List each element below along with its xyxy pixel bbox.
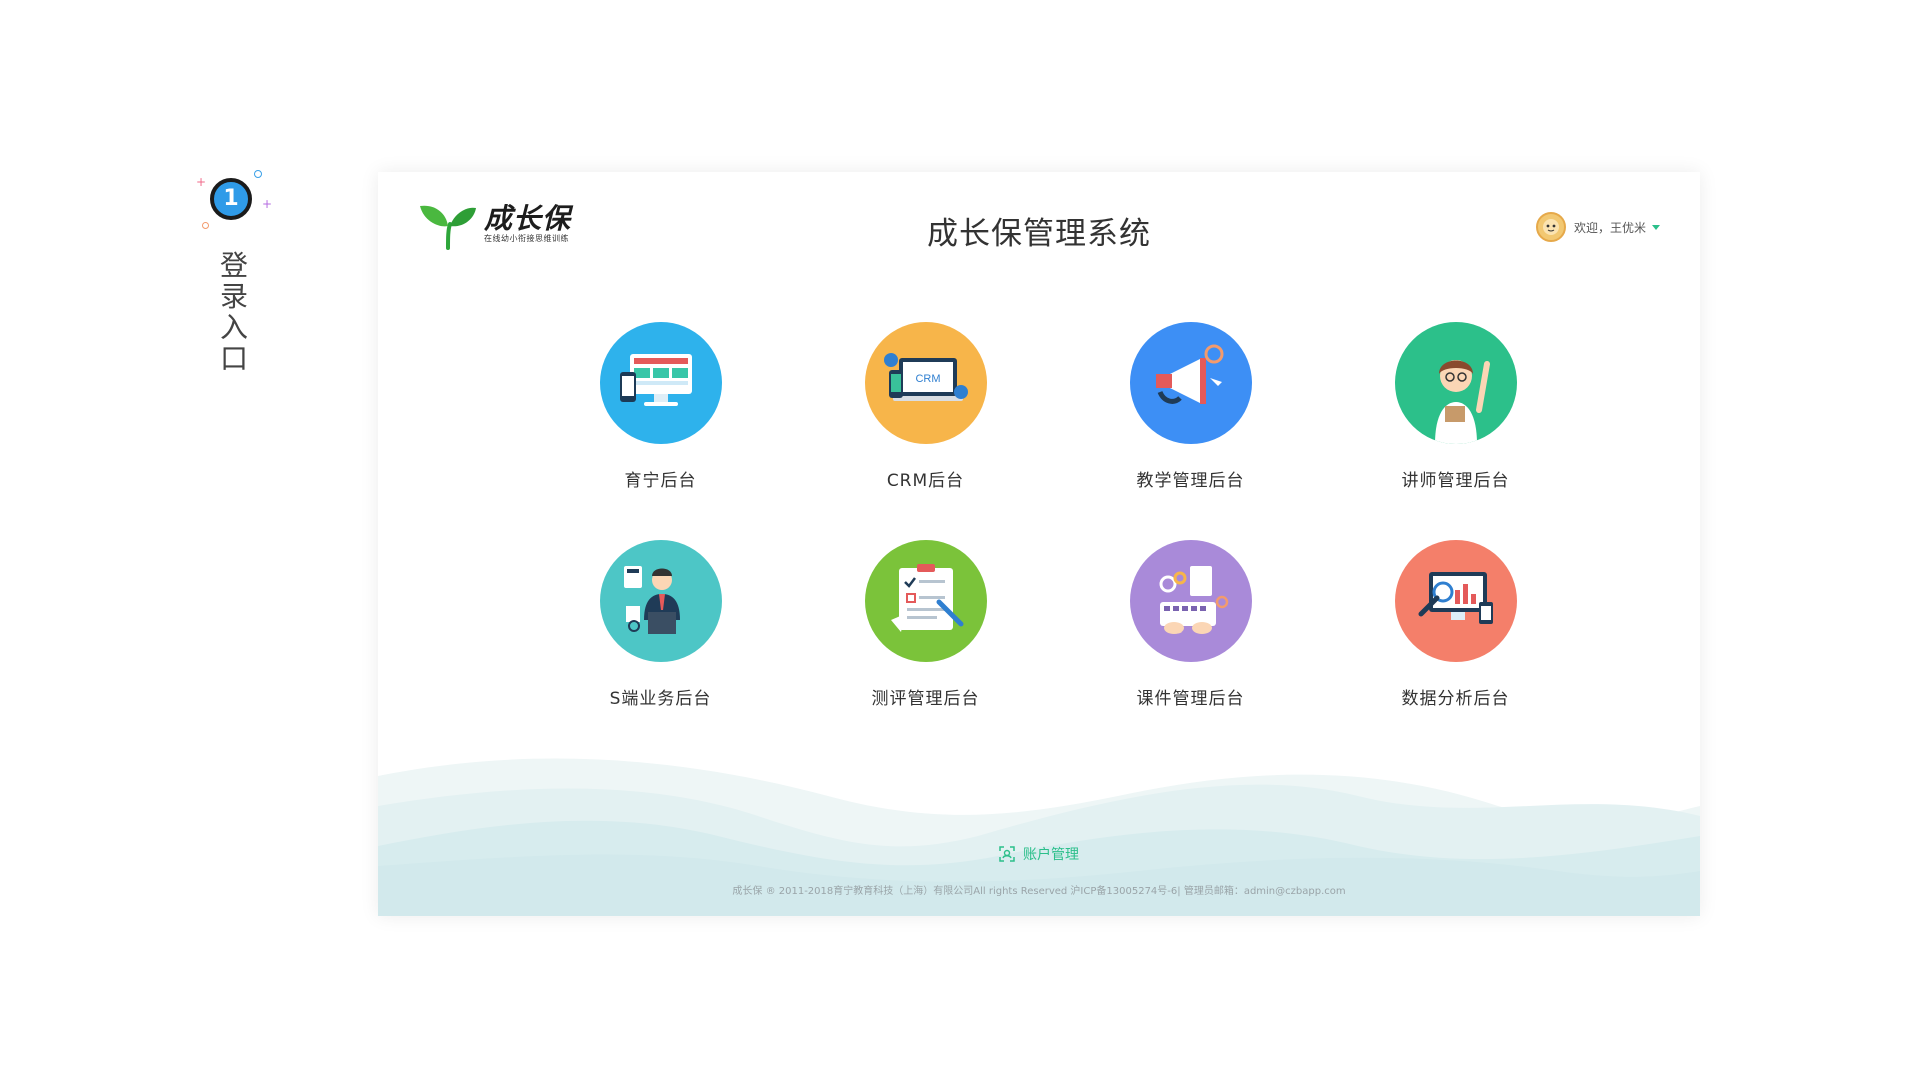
module-label: 讲师管理后台 bbox=[1401, 471, 1510, 491]
module-evaluation[interactable]: 测评管理后台 bbox=[793, 540, 1058, 740]
teacher-icon bbox=[1394, 322, 1517, 444]
megaphone-icon bbox=[1129, 322, 1252, 444]
module-grid: 育宁后台 CRM CRM后台 教学管理后台 讲师管理后台 S端业务后台 测评管理… bbox=[528, 322, 1588, 740]
module-courseware[interactable]: 课件管理后台 bbox=[1058, 540, 1323, 740]
avatar bbox=[1535, 212, 1566, 242]
module-teaching[interactable]: 教学管理后台 bbox=[1058, 322, 1323, 540]
sparkle-circle-icon bbox=[254, 170, 262, 178]
module-lecturer[interactable]: 讲师管理后台 bbox=[1323, 322, 1588, 540]
module-s-business[interactable]: S端业务后台 bbox=[528, 540, 793, 740]
step-number-badge: 1 bbox=[210, 178, 252, 220]
module-data-analysis[interactable]: 数据分析后台 bbox=[1323, 540, 1588, 740]
user-menu[interactable]: 欢迎，王优米 bbox=[1535, 212, 1660, 242]
page-title: 成长保管理系统 bbox=[927, 216, 1151, 252]
account-management-link[interactable]: 账户管理 bbox=[378, 844, 1700, 864]
data-analysis-icon bbox=[1394, 540, 1517, 662]
module-label: S端业务后台 bbox=[609, 689, 712, 709]
module-label: 教学管理后台 bbox=[1136, 471, 1245, 491]
account-scan-icon bbox=[999, 846, 1015, 862]
monkey-face-icon bbox=[1542, 219, 1559, 235]
step-label: 登录入口 bbox=[219, 249, 248, 375]
evaluation-checklist-icon bbox=[864, 540, 987, 662]
sparkle-circle-icon bbox=[202, 222, 209, 229]
sparkle-plus-icon: + bbox=[262, 197, 273, 211]
sparkle-plus-icon: + bbox=[196, 175, 207, 189]
account-management-label: 账户管理 bbox=[1023, 847, 1079, 863]
svg-text:CRM: CRM bbox=[915, 373, 940, 385]
module-crm[interactable]: CRM CRM后台 bbox=[793, 322, 1058, 540]
crm-laptop-icon: CRM bbox=[864, 322, 987, 444]
management-system-card: 成长保 在线幼小衔接思维训练 成长保管理系统 欢迎，王优米 育宁后台 CRM C… bbox=[378, 172, 1700, 916]
monitor-devices-icon bbox=[599, 322, 722, 444]
module-yuning[interactable]: 育宁后台 bbox=[528, 322, 793, 540]
module-label: 课件管理后台 bbox=[1136, 689, 1245, 709]
courseware-keyboard-icon bbox=[1129, 540, 1252, 662]
user-greeting: 欢迎，王优米 bbox=[1573, 220, 1646, 235]
module-label: 数据分析后台 bbox=[1401, 689, 1510, 709]
module-label: CRM后台 bbox=[886, 471, 965, 491]
step-marker: + + 1 登录入口 bbox=[196, 170, 276, 430]
module-label: 育宁后台 bbox=[624, 471, 697, 491]
copyright-text: 成长保 ® 2011-2018育宁教育科技（上海）有限公司All rights … bbox=[732, 886, 1346, 897]
module-label: 测评管理后台 bbox=[871, 689, 980, 709]
header: 成长保 在线幼小衔接思维训练 成长保管理系统 欢迎，王优米 bbox=[378, 172, 1700, 292]
business-man-icon bbox=[599, 540, 722, 662]
chevron-down-icon[interactable] bbox=[1652, 224, 1660, 230]
